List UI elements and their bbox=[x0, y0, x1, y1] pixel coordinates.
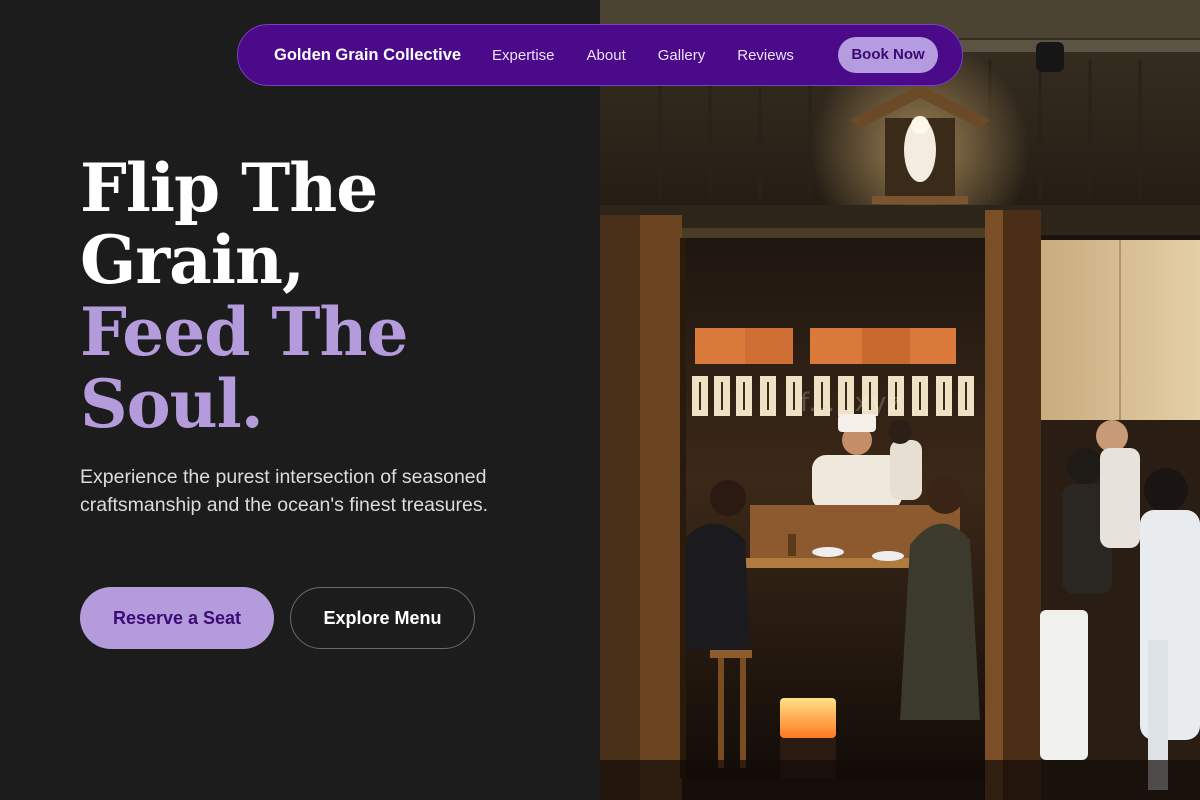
hero-title-line-1: Flip The bbox=[80, 149, 378, 227]
restaurant-photo: f... .xyz bbox=[600, 0, 1200, 800]
nav-link-reviews[interactable]: Reviews bbox=[737, 47, 794, 64]
brand-logo[interactable]: Golden Grain Collective bbox=[274, 25, 461, 85]
book-now-button[interactable]: Book Now bbox=[838, 37, 938, 73]
reserve-seat-button[interactable]: Reserve a Seat bbox=[80, 587, 274, 649]
nav-link-about[interactable]: About bbox=[587, 47, 626, 64]
hero-title: Flip The Grain, Feed The Soul. bbox=[80, 149, 408, 443]
nav-link-gallery[interactable]: Gallery bbox=[658, 47, 706, 64]
photo-watermark: f... .xyz bbox=[800, 388, 903, 418]
hero-title-line-2: Grain, bbox=[80, 221, 305, 299]
hero-title-line-3: Feed The bbox=[80, 293, 408, 371]
navbar: Golden Grain Collective Expertise About … bbox=[237, 24, 963, 86]
hero-subtitle: Experience the purest intersection of se… bbox=[80, 466, 489, 516]
nav-link-expertise[interactable]: Expertise bbox=[492, 47, 555, 64]
hero-title-line-4: Soul. bbox=[80, 365, 264, 443]
nav-links: Expertise About Gallery Reviews bbox=[492, 25, 826, 85]
explore-menu-button[interactable]: Explore Menu bbox=[290, 587, 475, 649]
